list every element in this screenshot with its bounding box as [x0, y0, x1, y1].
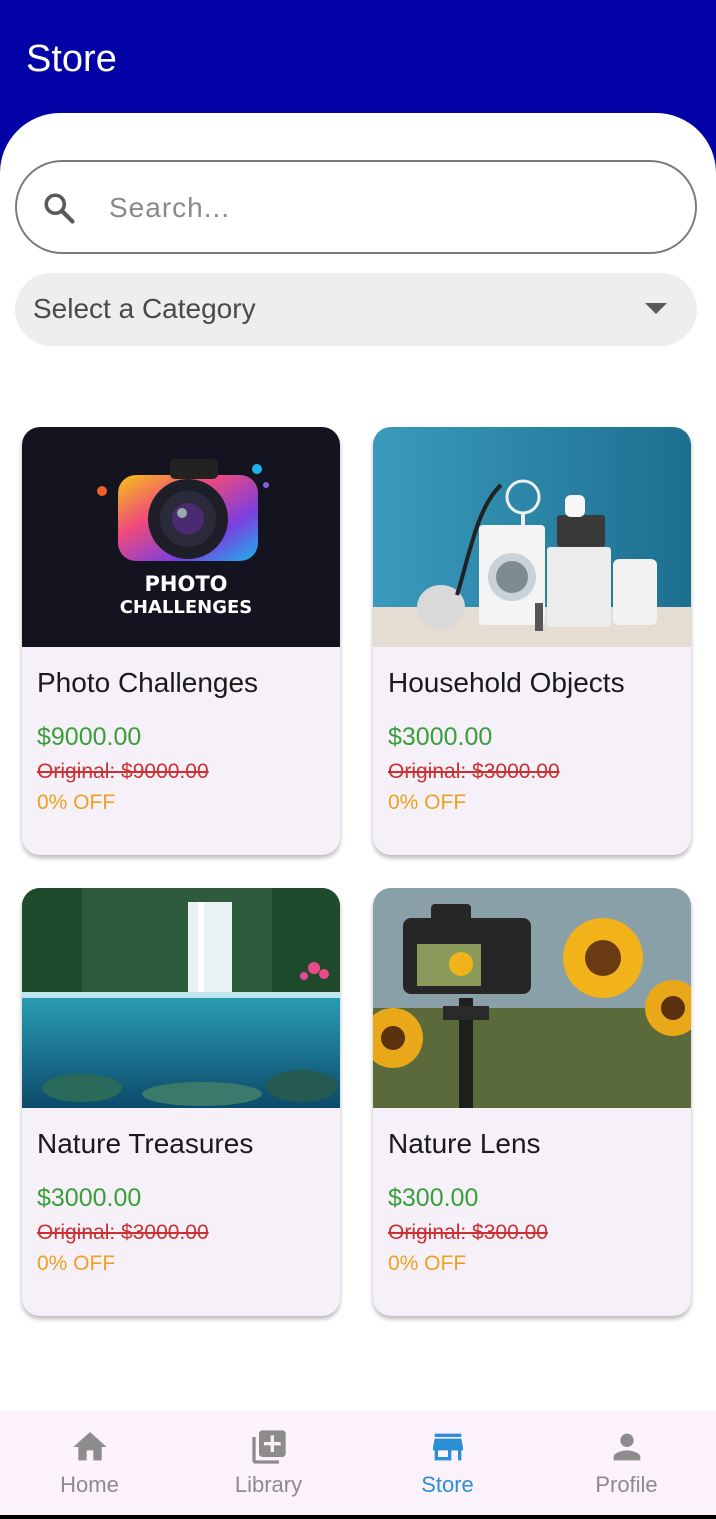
- library-add-icon: [252, 1430, 286, 1464]
- product-discount: 0% OFF: [37, 791, 116, 814]
- product-title: Household Objects: [388, 667, 625, 698]
- product-discount: 0% OFF: [37, 1252, 116, 1275]
- category-dropdown-label: Select a Category: [33, 293, 256, 324]
- product-title: Nature Lens: [388, 1128, 541, 1159]
- product-image-nature-lens: [373, 888, 691, 1108]
- product-price: $300.00: [388, 1184, 479, 1212]
- bottom-edge: [0, 1515, 716, 1519]
- product-card-nature-treasures[interactable]: Nature Treasures $3000.00 Original: $300…: [22, 888, 340, 1316]
- store-icon: [433, 1433, 463, 1461]
- search-icon: [44, 193, 75, 224]
- nav-item-library[interactable]: Library: [179, 1411, 358, 1515]
- product-original-price: Original: $3000.00: [388, 760, 560, 783]
- product-title: Nature Treasures: [37, 1128, 254, 1159]
- product-price: $3000.00: [388, 723, 493, 751]
- search-input[interactable]: [109, 184, 669, 232]
- nav-item-home[interactable]: Home: [0, 1411, 179, 1515]
- photo-challenges-logo-text: PHOTO CHALLENGES: [120, 572, 253, 618]
- product-price: $3000.00: [37, 1184, 142, 1212]
- nav-label: Library: [234, 1472, 303, 1497]
- dropdown-arrow-icon: [645, 303, 667, 314]
- page-title: Store: [26, 38, 117, 80]
- nav-item-store[interactable]: Store: [358, 1411, 537, 1515]
- product-card-household-objects[interactable]: Household Objects $3000.00 Original: $30…: [373, 427, 691, 855]
- nav-label: Home: [60, 1472, 119, 1497]
- nav-item-profile[interactable]: Profile: [537, 1411, 716, 1515]
- search-bar[interactable]: [15, 160, 697, 254]
- product-price: $9000.00: [37, 723, 142, 751]
- product-original-price: Original: $3000.00: [37, 1221, 209, 1244]
- home-icon: [73, 1432, 107, 1461]
- nav-label: Store: [421, 1472, 474, 1497]
- product-discount: 0% OFF: [388, 1252, 467, 1275]
- bottom-navigation: Home Library Store Profile: [0, 1411, 716, 1515]
- product-discount: 0% OFF: [388, 791, 467, 814]
- svg-text:CHALLENGES: CHALLENGES: [120, 597, 253, 618]
- product-card-photo-challenges[interactable]: PHOTO CHALLENGES Photo Challenges $9000.…: [22, 427, 340, 855]
- product-original-price: Original: $9000.00: [37, 760, 209, 783]
- product-image-nature-treasures: [22, 888, 340, 1108]
- product-original-price: Original: $300.00: [388, 1221, 548, 1244]
- category-dropdown[interactable]: Select a Category: [15, 273, 697, 346]
- person-icon: [613, 1433, 641, 1461]
- product-card-nature-lens[interactable]: Nature Lens $300.00 Original: $300.00 0%…: [373, 888, 691, 1316]
- svg-text:PHOTO: PHOTO: [145, 572, 228, 596]
- product-title: Photo Challenges: [37, 667, 259, 698]
- nav-label: Profile: [595, 1472, 658, 1497]
- product-image-household-objects: [373, 427, 691, 647]
